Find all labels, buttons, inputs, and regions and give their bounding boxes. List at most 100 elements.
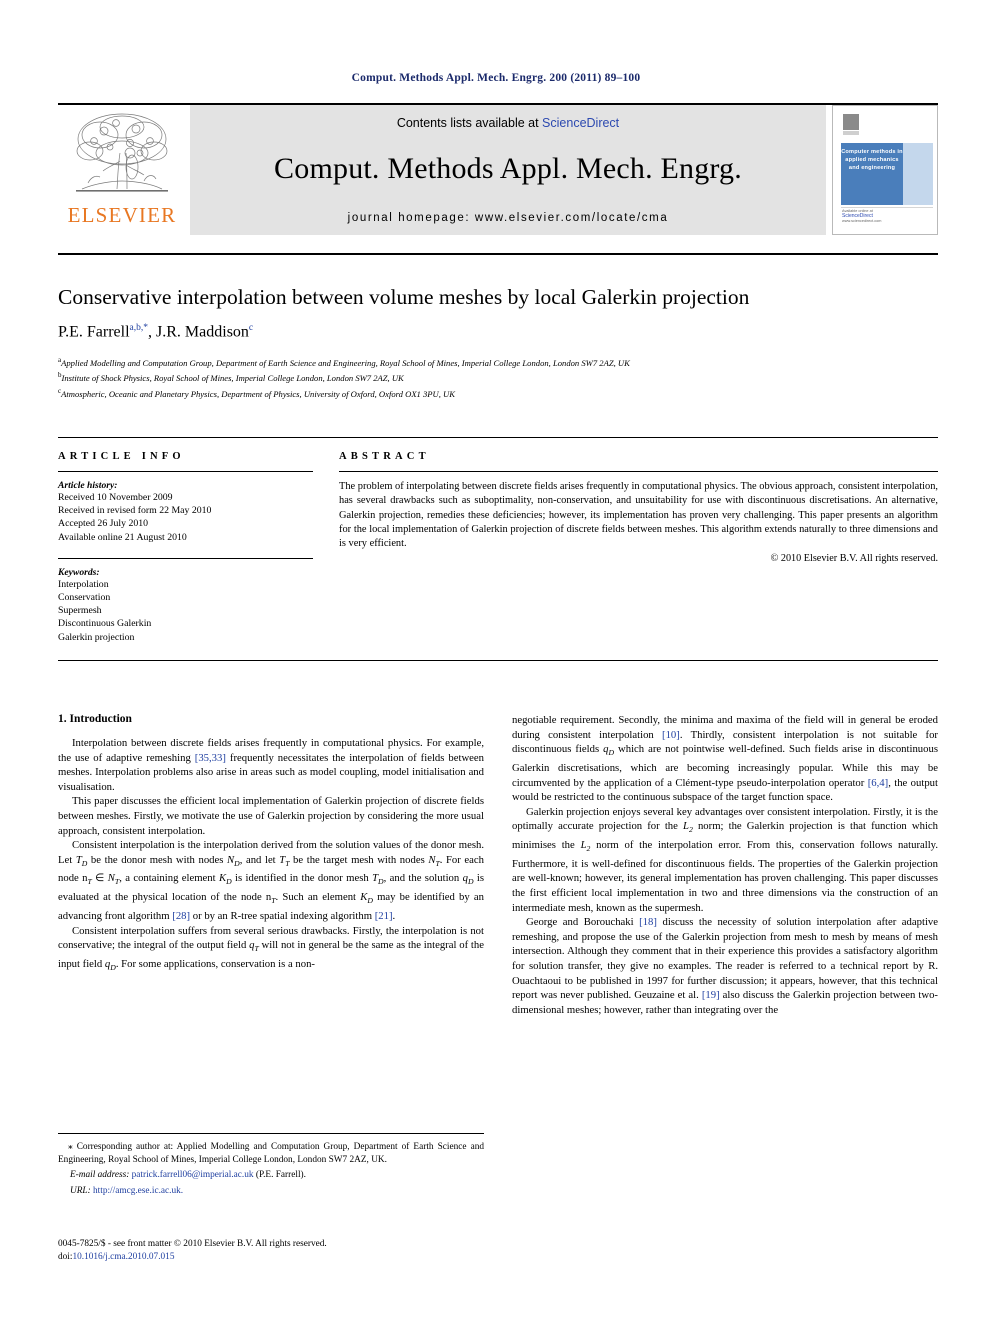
email-link[interactable]: patrick.farrell06@imperial.ac.uk [132, 1170, 254, 1180]
journal-homepage-link[interactable]: journal homepage: www.elsevier.com/locat… [348, 212, 669, 224]
right-column-paragraphs: negotiable requirement. Secondly, the mi… [512, 713, 938, 1017]
doi-label: doi: [58, 1251, 73, 1262]
journal-cover-thumbnail: Computer methods in applied mechanics an… [832, 105, 938, 235]
title-block: Conservative interpolation between volum… [58, 253, 938, 400]
body-paragraph: Galerkin projection enjoys several key a… [512, 805, 938, 915]
body-paragraph: This paper discusses the efficient local… [58, 794, 484, 838]
citation-link[interactable]: [35,33] [195, 752, 226, 764]
cover-title-band: Computer methods in applied mechanics an… [841, 143, 903, 205]
text-run: . Such an element [275, 891, 361, 904]
abstract-divider [339, 471, 938, 472]
keyword-item: Supermesh [58, 605, 102, 617]
affiliation-list: aApplied Modelling and Computation Group… [58, 354, 938, 400]
affil-text-c: Atmospheric, Oceanic and Planetary Physi… [61, 388, 455, 399]
page-footer: 0045-7825/$ - see front matter © 2010 El… [58, 1238, 938, 1263]
url-link[interactable]: http://amcg.ese.ic.ac.uk. [93, 1186, 183, 1196]
text-run: be the donor mesh with nodes [87, 853, 227, 866]
left-column-paragraphs: Interpolation between discrete fields ar… [58, 736, 484, 976]
article-info-heading: ARTICLE INFO [58, 451, 185, 462]
cover-publisher-logo-icon [843, 114, 859, 130]
affiliation-item: bInstitute of Shock Physics, Royal Schoo… [58, 369, 938, 384]
elsevier-tree-icon [76, 113, 168, 192]
abstract-text: The problem of interpolating between dis… [339, 481, 938, 550]
cover-url: www.sciencedirect.com [842, 219, 882, 223]
text-run: , a containing element [119, 872, 219, 885]
author-name-1: P.E. Farrell [58, 323, 130, 341]
doi-link[interactable]: 10.1016/j.cma.2010.07.015 [72, 1252, 174, 1262]
section-heading-introduction: 1. Introduction [58, 713, 132, 725]
cover-logo-caption [843, 131, 859, 135]
text-run: ∈ [91, 872, 108, 885]
body-region: 1. Introduction Interpolation between di… [58, 660, 938, 1017]
keyword-item: Galerkin projection [58, 631, 135, 643]
keyword-item: Discontinuous Galerkin [58, 618, 152, 630]
cover-inner: Computer methods in applied mechanics an… [837, 110, 933, 230]
body-column-right: negotiable requirement. Secondly, the mi… [512, 713, 938, 1017]
abstract-column: ABSTRACT The problem of interpolating be… [339, 451, 938, 644]
contents-prefix: Contents lists available at [396, 116, 543, 130]
abstract-copyright: © 2010 Elsevier B.V. All rights reserved… [770, 553, 938, 565]
citation-link[interactable]: [21] [375, 910, 393, 922]
article-page: Comput. Methods Appl. Mech. Engrg. 200 (… [0, 0, 992, 1323]
text-run: . [392, 909, 396, 922]
keywords-label: Keywords: [58, 566, 100, 578]
cover-divider [841, 207, 933, 208]
elsevier-logo: ELSEVIER [58, 105, 186, 235]
text-run: , and let [239, 853, 280, 866]
corresponding-author-footnote: ⁎ Corresponding author at: Applied Model… [58, 1133, 484, 1198]
corresponding-author-note: ⁎ Corresponding author at: Applied Model… [58, 1141, 484, 1166]
body-paragraph: Consistent interpolation suffers from se… [58, 924, 484, 976]
affil-text-a: Applied Modelling and Computation Group,… [61, 357, 630, 368]
article-info-column: ARTICLE INFO Article history: Received 1… [58, 451, 313, 644]
keywords-divider [58, 557, 313, 559]
author-2-affil-marks[interactable]: c [249, 323, 253, 333]
elsevier-wordmark: ELSEVIER [67, 203, 177, 227]
keyword-item: Conservation [58, 592, 111, 604]
cover-accent-band [903, 143, 933, 205]
author-1-affil-marks[interactable]: a,b,* [130, 323, 148, 333]
cover-footer: Available online at ScienceDirect www.sc… [842, 209, 932, 224]
text-run: This paper discusses the efficient local… [58, 795, 484, 837]
keyword-item: Interpolation [58, 578, 109, 590]
url-label: URL: [70, 1185, 91, 1196]
history-item: Available online 21 August 2010 [58, 531, 187, 543]
email-line: E-mail address: patrick.farrell06@imperi… [58, 1169, 484, 1182]
citation-link[interactable]: [18] [639, 916, 657, 928]
body-paragraph: George and Borouchaki [18] discuss the n… [512, 915, 938, 1017]
history-item: Received 10 November 2009 [58, 492, 173, 503]
info-abstract-row: ARTICLE INFO Article history: Received 1… [58, 437, 938, 644]
citation-link[interactable]: [28] [172, 910, 190, 922]
text-run: , and the solution [383, 872, 463, 885]
corresponding-text: Corresponding author at: Applied Modelli… [58, 1142, 484, 1165]
affiliation-item: cAtmospheric, Oceanic and Planetary Phys… [58, 385, 938, 400]
body-column-left: 1. Introduction Interpolation between di… [58, 713, 484, 1017]
text-run: is identified in the donor mesh [231, 872, 373, 885]
text-run: George and Borouchaki [526, 916, 640, 929]
corresponding-mark: ⁎ [68, 1142, 73, 1152]
history-item: Received in revised form 22 May 2010 [58, 505, 212, 517]
citation-link[interactable]: [6,4] [868, 777, 888, 789]
issn-copyright-line: 0045-7825/$ - see front matter © 2010 El… [58, 1239, 327, 1249]
info-divider [58, 471, 313, 472]
page-title: Conservative interpolation between volum… [58, 285, 750, 309]
article-history-label: Article history: [58, 480, 118, 491]
citation-link[interactable]: [10] [662, 729, 680, 741]
sciencedirect-link[interactable]: ScienceDirect [542, 116, 619, 130]
text-run: . For some applications, conservation is… [115, 957, 315, 970]
abstract-heading: ABSTRACT [339, 451, 430, 462]
author-name-2: J.R. Maddison [156, 323, 249, 341]
doi-line: doi:10.1016/j.cma.2010.07.015 [58, 1251, 938, 1264]
body-paragraph: negotiable requirement. Secondly, the mi… [512, 713, 938, 805]
text-run: be the target mesh with nodes [289, 853, 429, 866]
math-symbol: N [107, 872, 115, 885]
masthead-center: Contents lists available at ScienceDirec… [190, 105, 826, 235]
email-label: E-mail address: [70, 1170, 130, 1181]
affiliation-item: aApplied Modelling and Computation Group… [58, 354, 938, 369]
body-paragraph: Interpolation between discrete fields ar… [58, 736, 484, 794]
journal-title: Comput. Methods Appl. Mech. Engrg. [274, 152, 742, 185]
contents-available-line: Contents lists available at ScienceDirec… [397, 116, 619, 130]
running-head: Comput. Methods Appl. Mech. Engrg. 200 (… [351, 72, 641, 84]
url-line: URL: http://amcg.ese.ic.ac.uk. [58, 1185, 484, 1198]
body-paragraph: Consistent interpolation is the interpol… [58, 838, 484, 923]
citation-link[interactable]: [19] [702, 989, 720, 1001]
